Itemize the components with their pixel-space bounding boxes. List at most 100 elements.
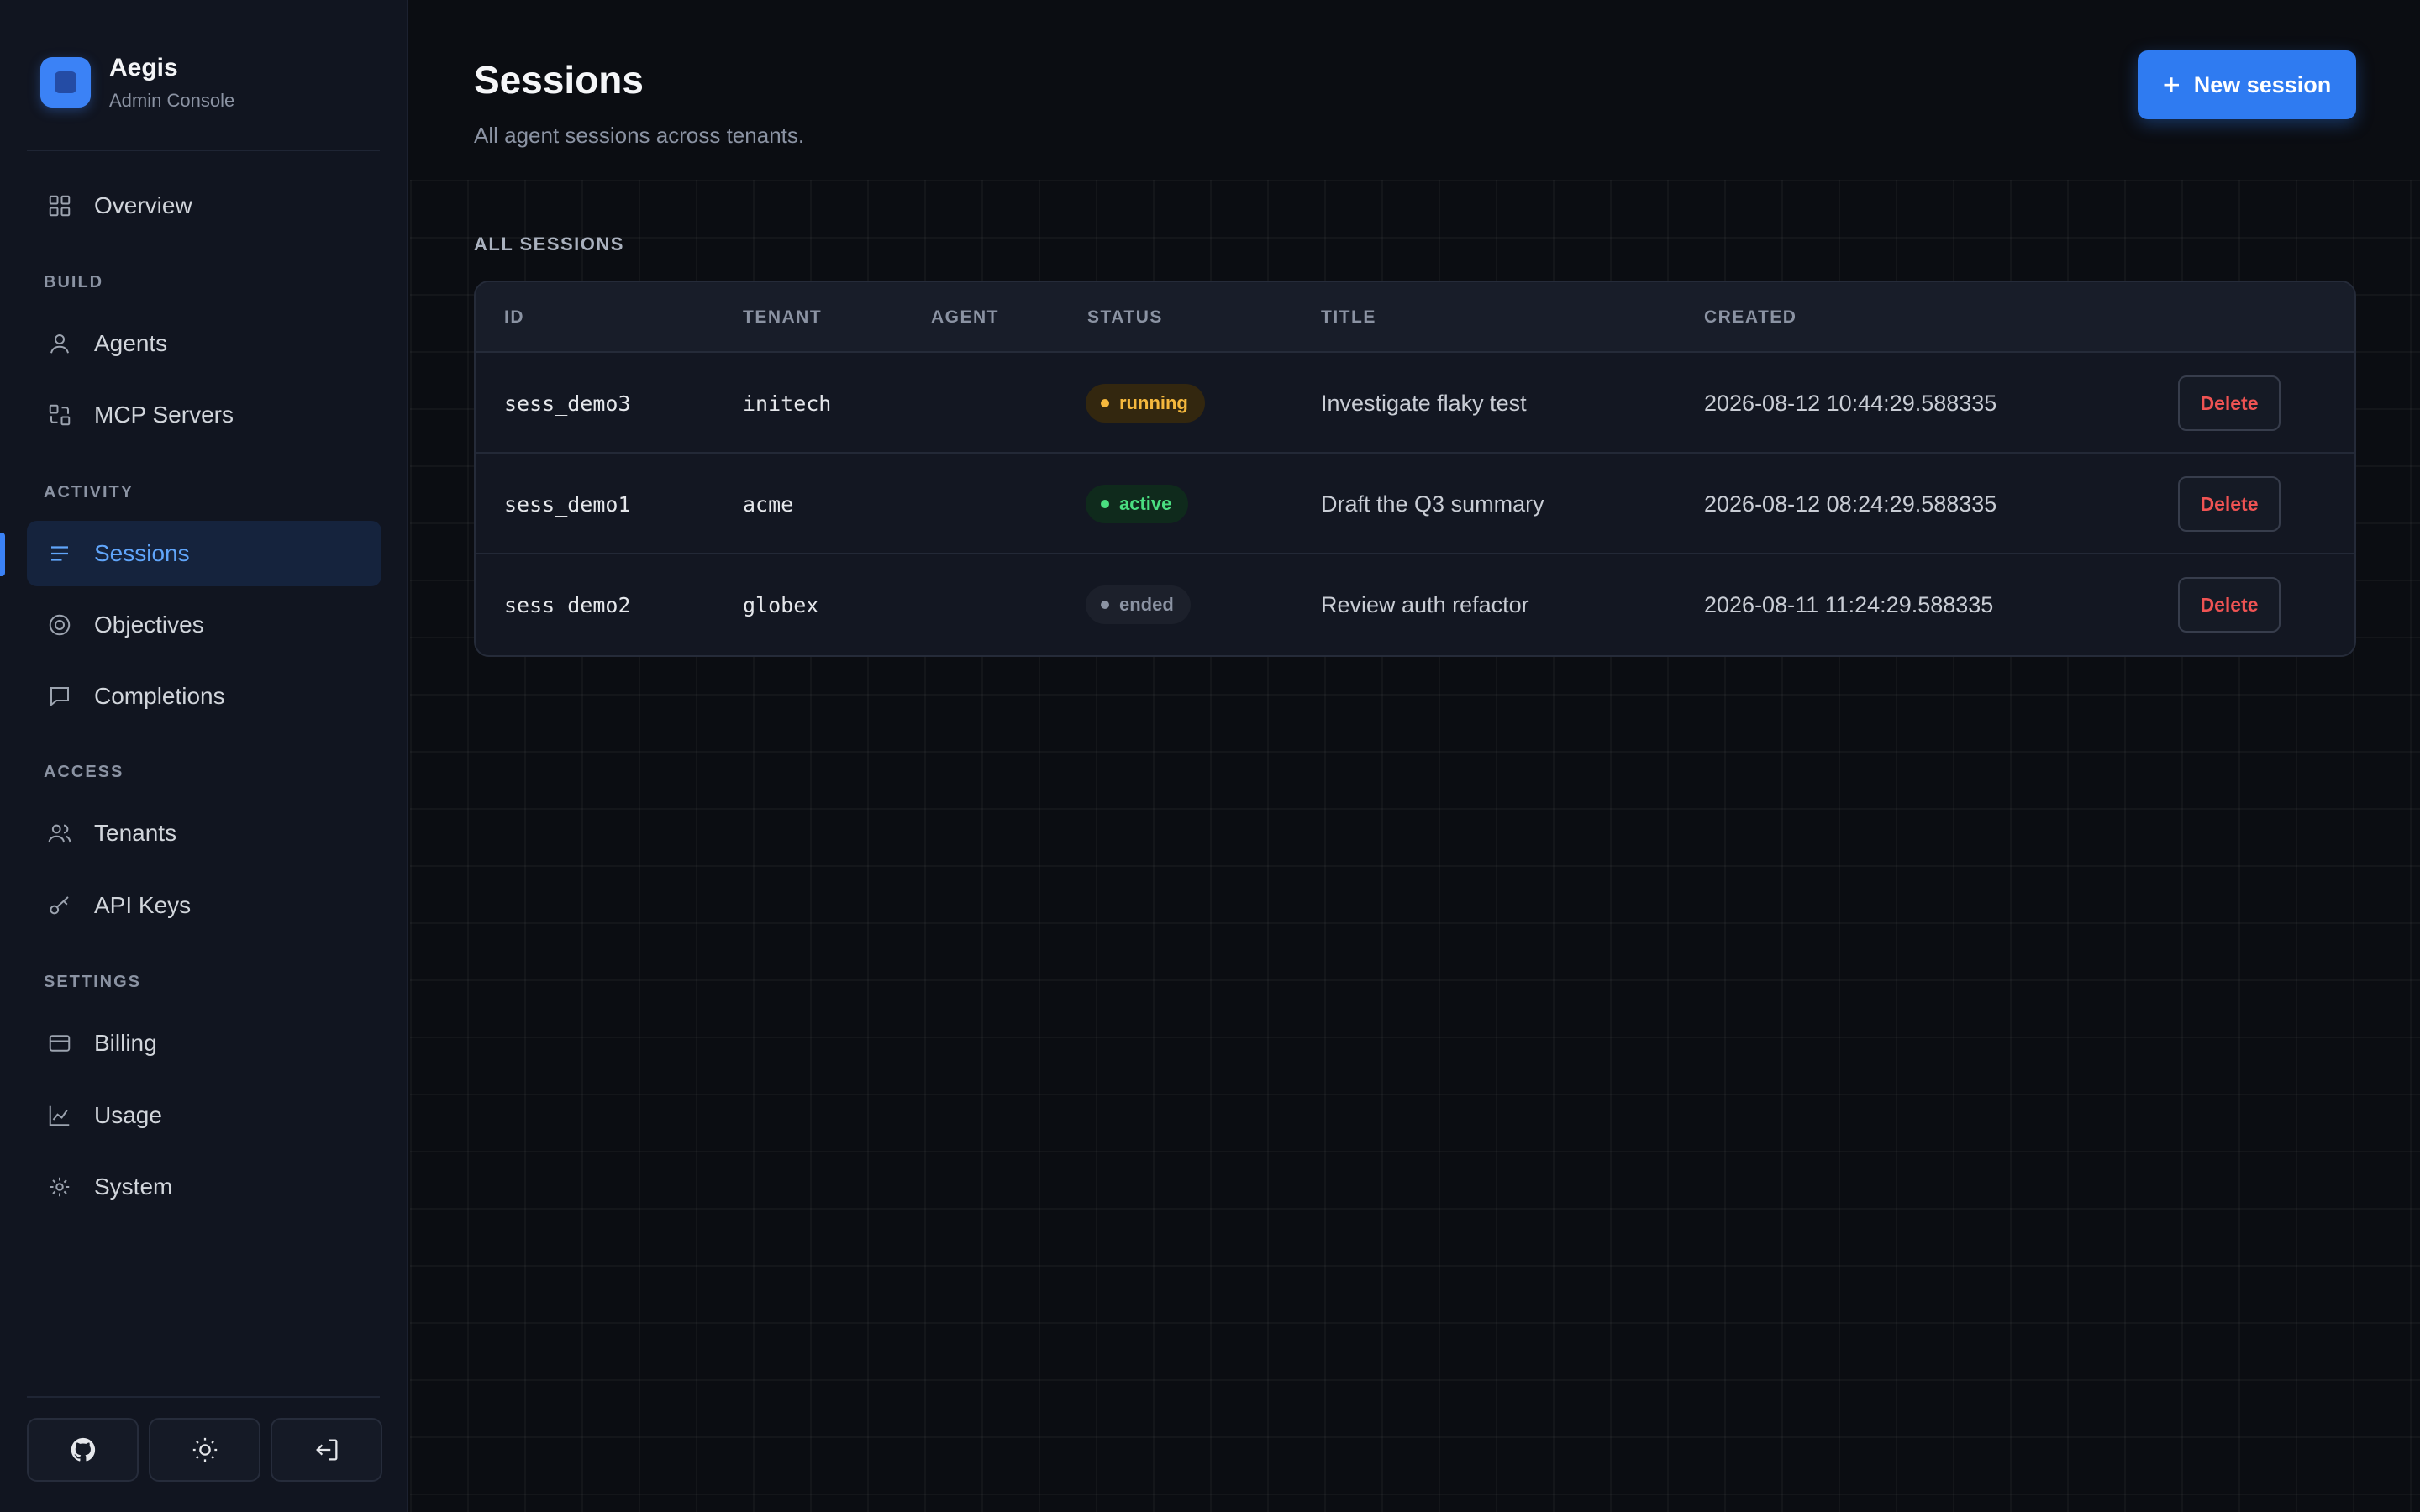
sidebar-item-completions[interactable]: Completions — [27, 664, 381, 729]
sidebar-item-usage[interactable]: Usage — [27, 1083, 381, 1148]
users-icon — [48, 824, 71, 843]
grid-icon — [49, 195, 71, 217]
chart-icon — [49, 1105, 70, 1126]
session-title: Investigate flaky test — [1321, 390, 1527, 416]
session-tenant: initech — [743, 391, 832, 416]
status-label: running — [1119, 392, 1188, 413]
table-row[interactable]: sess_demo1 acme active Draft the Q3 summ… — [476, 454, 2354, 554]
sidebar-item-label: Overview — [94, 192, 192, 218]
status-badge: running — [1086, 384, 1205, 423]
main-content: Sessions All agent sessions across tenan… — [410, 0, 2420, 1512]
sidebar-item-label: Sessions — [94, 540, 190, 566]
status-dot — [1101, 500, 1109, 508]
chat-icon — [50, 687, 69, 707]
list-icon — [51, 546, 68, 561]
table-row[interactable]: sess_demo3 initech running Investigate f… — [476, 353, 2354, 454]
column-header-created[interactable]: CREATED — [1704, 307, 1797, 328]
sun-icon — [192, 1437, 217, 1462]
session-id: sess_demo3 — [504, 391, 631, 416]
page-title: Sessions — [474, 58, 644, 102]
plus-icon: + — [2162, 67, 2181, 102]
sidebar-item-label: API Keys — [94, 892, 192, 918]
sidebar-item-mcp-servers[interactable]: MCP Servers — [27, 382, 381, 448]
status-badge: active — [1086, 485, 1189, 523]
delete-button[interactable]: Delete — [2178, 476, 2281, 532]
column-header-agent[interactable]: AGENT — [931, 307, 999, 328]
brand-name: Aegis — [109, 54, 178, 81]
new-session-button[interactable]: + New session — [2138, 50, 2356, 119]
section-heading: ALL SESSIONS — [474, 234, 624, 255]
status-label: active — [1119, 493, 1172, 514]
sidebar-item-label: MCP Servers — [94, 402, 234, 428]
brand-subtitle: Admin Console — [109, 90, 235, 111]
status-cell: ended — [1086, 554, 1191, 655]
sidebar-item-sessions[interactable]: Sessions — [27, 521, 381, 586]
sidebar-item-system[interactable]: System — [27, 1154, 381, 1220]
user-icon — [50, 334, 69, 354]
session-created: 2026-08-12 10:44:29.588335 — [1704, 390, 1997, 416]
column-header-status[interactable]: STATUS — [1087, 307, 1163, 328]
page-subtitle: All agent sessions across tenants. — [474, 123, 805, 148]
sidebar-item-tenants[interactable]: Tenants — [27, 801, 381, 866]
sessions-table: ID TENANT AGENT STATUS TITLE CREATED ses… — [474, 281, 2356, 657]
status-label: ended — [1119, 594, 1174, 615]
status-cell: running — [1086, 353, 1205, 454]
action-cell: Delete — [2178, 554, 2281, 655]
new-session-label: New session — [2193, 71, 2332, 97]
status-cell: active — [1086, 454, 1189, 554]
github-icon — [71, 1437, 95, 1462]
sidebar-item-label: Completions — [94, 683, 225, 709]
column-header-title[interactable]: TITLE — [1321, 307, 1376, 328]
status-dot — [1101, 601, 1109, 609]
section-label-build: BUILD — [44, 273, 104, 291]
logout-icon — [315, 1439, 337, 1461]
section-label-activity: ACTIVITY — [44, 483, 134, 501]
sidebar-item-agents[interactable]: Agents — [27, 311, 381, 376]
key-icon — [50, 896, 69, 915]
sidebar: Aegis Admin Console Overview BUILD Agent… — [0, 0, 408, 1512]
session-created: 2026-08-11 11:24:29.588335 — [1704, 591, 1994, 617]
table-row[interactable]: sess_demo2 globex ended Review auth refa… — [476, 554, 2354, 655]
credit-card-icon — [49, 1035, 71, 1052]
status-badge: ended — [1086, 585, 1191, 624]
sidebar-item-label: Agents — [94, 330, 168, 356]
logout-button[interactable] — [271, 1418, 382, 1482]
session-tenant: globex — [743, 592, 819, 617]
delete-button[interactable]: Delete — [2178, 577, 2281, 633]
session-id: sess_demo1 — [504, 491, 631, 517]
table-header: ID TENANT AGENT STATUS TITLE CREATED — [476, 282, 2354, 353]
action-cell: Delete — [2178, 353, 2281, 454]
theme-toggle-button[interactable] — [149, 1418, 260, 1482]
sidebar-item-api-keys[interactable]: API Keys — [27, 873, 381, 938]
session-title: Review auth refactor — [1321, 591, 1529, 617]
sidebar-item-objectives[interactable]: Objectives — [27, 592, 381, 658]
session-created: 2026-08-12 08:24:29.588335 — [1704, 491, 1997, 517]
session-title: Draft the Q3 summary — [1321, 491, 1544, 517]
sidebar-item-billing[interactable]: Billing — [27, 1011, 381, 1076]
delete-button[interactable]: Delete — [2178, 375, 2281, 431]
active-indicator — [0, 533, 5, 576]
sidebar-footer — [27, 1418, 382, 1482]
section-label-settings: SETTINGS — [44, 973, 142, 991]
session-id: sess_demo2 — [504, 592, 631, 617]
sidebar-item-label: System — [94, 1173, 173, 1200]
cog-icon — [50, 1177, 70, 1197]
sidebar-footer-divider — [27, 1396, 380, 1398]
sidebar-divider — [27, 150, 380, 151]
column-header-id[interactable]: ID — [504, 307, 524, 328]
servers-icon — [49, 404, 71, 426]
status-dot — [1101, 399, 1109, 407]
sidebar-item-overview[interactable]: Overview — [27, 173, 381, 239]
github-button[interactable] — [27, 1418, 139, 1482]
brand[interactable]: Aegis Admin Console — [40, 52, 234, 113]
sidebar-item-label: Tenants — [94, 820, 177, 846]
sidebar-item-label: Billing — [94, 1030, 157, 1056]
brand-logo — [40, 57, 91, 108]
column-header-tenant[interactable]: TENANT — [743, 307, 822, 328]
section-label-access: ACCESS — [44, 763, 124, 781]
action-cell: Delete — [2178, 454, 2281, 554]
target-icon — [49, 614, 71, 636]
sidebar-item-label: Objectives — [94, 612, 204, 638]
sidebar-item-label: Usage — [94, 1102, 162, 1128]
session-tenant: acme — [743, 491, 794, 517]
